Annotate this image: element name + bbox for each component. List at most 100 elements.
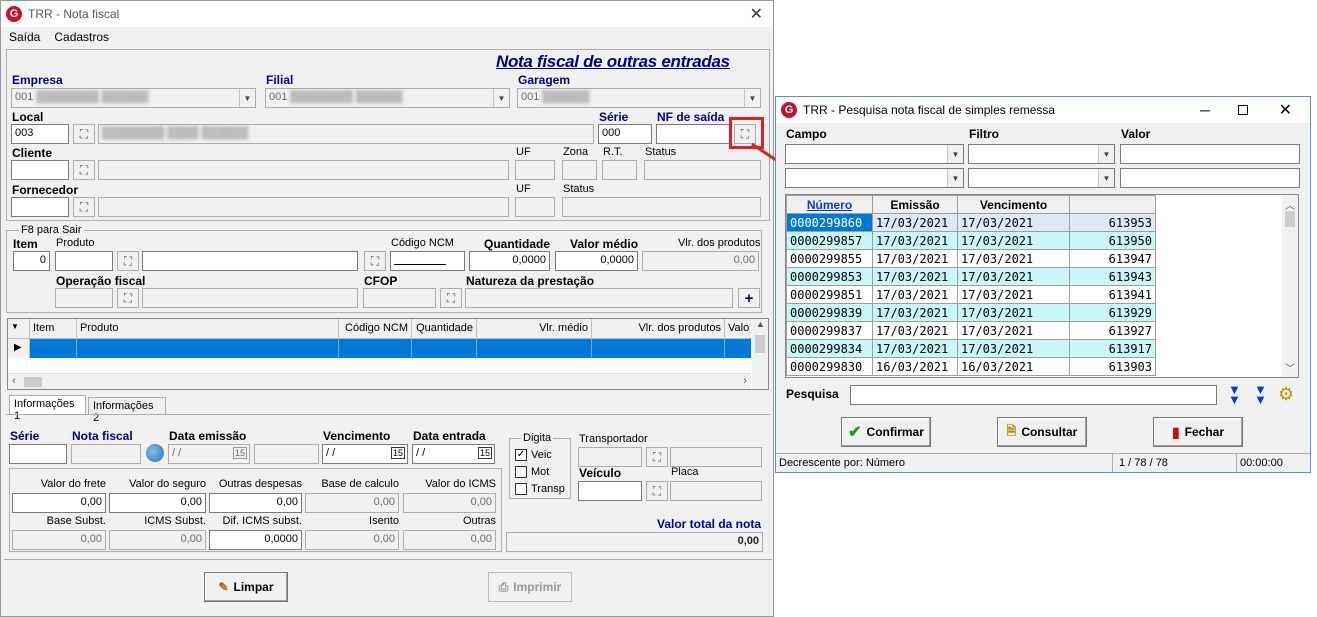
produto-description[interactable] bbox=[142, 251, 358, 271]
grid-header-item[interactable]: Item bbox=[30, 319, 77, 339]
empresa-select[interactable]: 001 ████████ ██████ ▼ bbox=[11, 88, 256, 108]
table-cell[interactable]: 17/03/2021 bbox=[957, 303, 1070, 322]
table-cell[interactable]: 17/03/2021 bbox=[872, 303, 958, 322]
table-row[interactable]: 0000299834 17/03/2021 17/03/2021 613917 bbox=[786, 339, 1156, 358]
scroll-right-icon[interactable]: › bbox=[743, 375, 747, 387]
table-cell[interactable]: 17/03/2021 bbox=[872, 213, 958, 232]
local-input[interactable]: 003 bbox=[11, 124, 69, 144]
calendar-icon[interactable]: 15 bbox=[232, 447, 247, 459]
table-cell[interactable]: 0000299837 bbox=[786, 321, 873, 340]
item-input[interactable]: 0 bbox=[13, 251, 50, 271]
col-vencimento[interactable]: Vencimento bbox=[957, 195, 1070, 214]
limpar-button[interactable]: ✎ Limpar bbox=[204, 572, 288, 602]
cfop-search-button[interactable]: ⛶ bbox=[440, 288, 462, 308]
table-cell[interactable]: 0000299851 bbox=[786, 285, 873, 304]
table-row[interactable]: 0000299851 17/03/2021 17/03/2021 613941 bbox=[786, 285, 1156, 304]
table-cell[interactable]: 17/03/2021 bbox=[957, 249, 1070, 268]
menu-saida[interactable]: Saída bbox=[9, 30, 40, 44]
fechar-button[interactable]: ▮ Fechar bbox=[1153, 417, 1243, 447]
table-cell[interactable]: 0000299830 bbox=[786, 357, 873, 376]
data-entrada-input[interactable]: / / 15 bbox=[412, 444, 495, 464]
table-cell[interactable]: 613947 bbox=[1069, 249, 1156, 268]
nf-saida-input[interactable] bbox=[656, 124, 730, 144]
veic-checkbox[interactable]: ✓ Veic bbox=[515, 449, 552, 462]
table-cell[interactable]: 0000299834 bbox=[786, 339, 873, 358]
table-cell[interactable]: 17/03/2021 bbox=[872, 249, 958, 268]
table-row[interactable]: 0000299860 17/03/2021 17/03/2021 613953 bbox=[786, 213, 1156, 232]
scroll-left-icon[interactable]: ‹ bbox=[12, 375, 16, 387]
table-cell[interactable]: 613903 bbox=[1069, 357, 1156, 376]
table-cell[interactable]: 16/03/2021 bbox=[957, 357, 1070, 376]
table-cell[interactable]: 17/03/2021 bbox=[957, 231, 1070, 250]
total-value[interactable]: 0,00 bbox=[12, 493, 106, 513]
imprimir-button[interactable]: ⎙ Imprimir bbox=[488, 572, 572, 602]
produto-input[interactable] bbox=[55, 251, 113, 271]
operacao-search-button[interactable]: ⛶ bbox=[117, 288, 139, 308]
total-value[interactable]: 0,00 bbox=[209, 493, 302, 513]
table-cell[interactable]: 0000299855 bbox=[786, 249, 873, 268]
valor-input-2[interactable] bbox=[1120, 168, 1300, 188]
campo-select-1[interactable]: ▼ bbox=[785, 144, 964, 164]
table-cell[interactable]: 613917 bbox=[1069, 339, 1156, 358]
maximize-icon[interactable] bbox=[1238, 105, 1248, 115]
settings-gear-icon[interactable]: ⚙ bbox=[1278, 385, 1294, 403]
tab-informacoes-2[interactable]: Informações 2 bbox=[88, 397, 166, 424]
table-cell[interactable]: 613927 bbox=[1069, 321, 1156, 340]
cliente-search-button[interactable]: ⛶ bbox=[73, 160, 95, 180]
scroll-thumb[interactable] bbox=[24, 377, 42, 387]
results-table[interactable]: Número Emissão Vencimento 0000299860 17/0… bbox=[786, 195, 1156, 376]
table-cell[interactable]: 17/03/2021 bbox=[872, 231, 958, 250]
table-cell[interactable]: 613943 bbox=[1069, 267, 1156, 286]
col-numero[interactable]: Número bbox=[786, 195, 873, 214]
sort-down-all-icon[interactable]: ▼ ▼ bbox=[1254, 383, 1267, 406]
grid-header-valo[interactable]: Valo bbox=[725, 319, 753, 339]
table-cell[interactable]: 17/03/2021 bbox=[957, 213, 1070, 232]
table-cell[interactable]: 613941 bbox=[1069, 285, 1156, 304]
scroll-down-icon[interactable]: ﹀ bbox=[1285, 360, 1295, 375]
fornecedor-input[interactable] bbox=[11, 197, 69, 217]
table-cell[interactable]: 17/03/2021 bbox=[957, 267, 1070, 286]
table-cell[interactable]: 17/03/2021 bbox=[957, 339, 1070, 358]
consultar-button[interactable]: 🗎 Consultar bbox=[997, 417, 1087, 447]
transp-checkbox[interactable]: Transp bbox=[515, 483, 565, 496]
table-row[interactable]: 0000299857 17/03/2021 17/03/2021 613950 bbox=[786, 231, 1156, 250]
table-row[interactable]: 0000299839 17/03/2021 17/03/2021 613929 bbox=[786, 303, 1156, 322]
valor-medio-input[interactable]: 0,0000 bbox=[555, 251, 638, 271]
table-cell[interactable]: 0000299853 bbox=[786, 267, 873, 286]
table-cell[interactable]: 613953 bbox=[1069, 213, 1156, 232]
table-row[interactable]: 0000299853 17/03/2021 17/03/2021 613943 bbox=[786, 267, 1156, 286]
sort-down-icon[interactable]: ▼ ▼ bbox=[1228, 383, 1241, 406]
table-row[interactable]: 0000299830 16/03/2021 16/03/2021 613903 bbox=[786, 357, 1156, 376]
veiculo-search-button[interactable]: ⛶ bbox=[646, 481, 668, 501]
transportador-search-button[interactable]: ⛶ bbox=[646, 447, 668, 467]
grid-header-ncm[interactable]: Código NCM bbox=[339, 319, 412, 339]
close-icon[interactable]: ✕ bbox=[1279, 100, 1292, 120]
grid-selected-row[interactable] bbox=[30, 339, 751, 358]
local-search-button[interactable]: ⛶ bbox=[73, 124, 95, 144]
vencimento-input[interactable]: / / 15 bbox=[322, 444, 408, 464]
table-cell[interactable]: 0000299857 bbox=[786, 231, 873, 250]
filial-select[interactable]: 001 ████████ ██████ ▼ bbox=[265, 88, 510, 108]
col-extra[interactable] bbox=[1069, 195, 1156, 214]
grid-header-vlr-produtos[interactable]: Vlr. dos produtos bbox=[592, 319, 725, 339]
close-icon[interactable]: ✕ bbox=[750, 4, 763, 24]
globe-user-icon[interactable] bbox=[146, 444, 164, 462]
codigo-ncm-input[interactable] bbox=[390, 251, 465, 271]
calendar-icon[interactable]: 15 bbox=[477, 447, 492, 459]
pesquisa-input[interactable] bbox=[850, 385, 1217, 405]
table-cell[interactable]: 17/03/2021 bbox=[872, 285, 958, 304]
fornecedor-search-button[interactable]: ⛶ bbox=[73, 197, 95, 217]
table-cell[interactable]: 17/03/2021 bbox=[872, 267, 958, 286]
table-row[interactable]: 0000299855 17/03/2021 17/03/2021 613947 bbox=[786, 249, 1156, 268]
grid-header-produto[interactable]: Produto bbox=[77, 319, 339, 339]
add-item-button[interactable]: + bbox=[738, 288, 760, 308]
mot-checkbox[interactable]: Mot bbox=[515, 466, 549, 479]
grid-header-vlr-medio[interactable]: Vlr. médio bbox=[477, 319, 592, 339]
results-vscrollbar[interactable]: ︿ ﹀ bbox=[1282, 195, 1298, 377]
table-row[interactable]: 0000299837 17/03/2021 17/03/2021 613927 bbox=[786, 321, 1156, 340]
table-cell[interactable]: 16/03/2021 bbox=[872, 357, 958, 376]
table-cell[interactable]: 613950 bbox=[1069, 231, 1156, 250]
garagem-select[interactable]: 001 ██████ ▼ bbox=[517, 88, 761, 108]
table-cell[interactable]: 0000299860 bbox=[786, 213, 873, 232]
ncm-search-button[interactable]: ⛶ bbox=[364, 251, 386, 271]
